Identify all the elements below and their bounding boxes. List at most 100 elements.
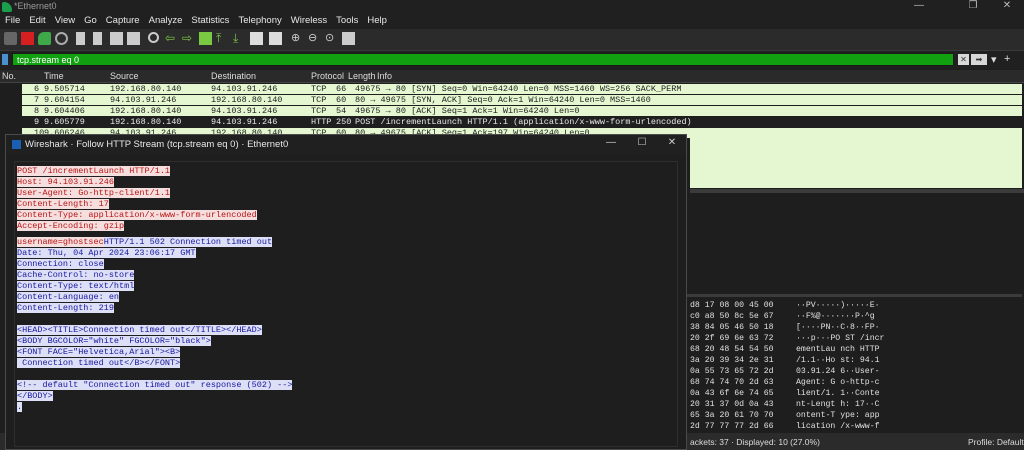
first-packet-icon[interactable]: ⤒: [216, 32, 229, 45]
go-forward-icon[interactable]: ⇨: [182, 32, 195, 45]
menu-wireless[interactable]: Wireless: [286, 14, 331, 26]
minimize-button[interactable]: —: [904, 0, 934, 14]
packet-list-header: No. Time Source Destination Protocol Len…: [0, 70, 1024, 83]
stop-capture-icon[interactable]: [21, 32, 34, 45]
filter-dropdown-icon[interactable]: ▾: [991, 53, 997, 66]
request-line: Content-Length: 17: [17, 199, 109, 209]
request-line: User-Agent: Go-http-client/1.1: [17, 188, 171, 198]
hex-row: 20 31 37 0d 0a 43 nt-Lengt h: 17··C: [690, 400, 880, 411]
menu-statistics[interactable]: Statistics: [186, 14, 233, 26]
restore-button[interactable]: ❐: [958, 0, 988, 14]
zoom-out-icon[interactable]: ⊖: [308, 32, 321, 45]
dialog-minimize-button[interactable]: —: [598, 137, 624, 151]
col-time[interactable]: Time: [44, 71, 64, 81]
hex-row: 68 20 48 54 54 50 ementLau nch HTTP: [690, 345, 880, 356]
restart-capture-icon[interactable]: [38, 32, 51, 45]
hex-row: c0 a8 50 8c 5e 67 ··F%@·······P·^g: [690, 312, 875, 323]
apply-filter-icon[interactable]: ➡: [971, 54, 987, 65]
col-source[interactable]: Source: [110, 71, 139, 81]
bookmark-icon[interactable]: [2, 54, 8, 65]
col-no[interactable]: No.: [2, 71, 16, 81]
packet-row[interactable]: 6 9.505714 192.168.80.140 94.103.91.246 …: [22, 84, 1022, 94]
col-protocol[interactable]: Protocol: [311, 71, 344, 81]
go-to-packet-icon[interactable]: [199, 32, 212, 45]
packet-row[interactable]: 7 9.604154 94.103.91.246 192.168.80.140 …: [22, 95, 1022, 105]
response-status-line: HTTP/1.1 502 Connection timed out: [103, 237, 273, 247]
close-window-button[interactable]: ✕: [992, 0, 1022, 14]
hex-row: 68 74 74 70 2d 63 Agent: G o-http-c: [690, 378, 880, 389]
add-filter-button-icon[interactable]: +: [1004, 53, 1010, 65]
hex-bytes: 65 3a 20 61 70 70: [690, 411, 774, 420]
packet-info: 49675 → 80 [SYN] Seq=0 Win=64240 Len=0 M…: [355, 84, 682, 94]
close-file-icon[interactable]: [110, 32, 123, 45]
packet-row[interactable]: 8 9.604406 192.168.80.140 94.103.91.246 …: [22, 106, 1022, 116]
menu-edit[interactable]: Edit: [24, 14, 49, 26]
colorize-icon[interactable]: [269, 32, 282, 45]
shark-fin-start-icon[interactable]: [4, 32, 17, 45]
open-file-icon[interactable]: [76, 32, 85, 45]
clear-filter-icon[interactable]: ✕: [958, 54, 969, 65]
packet-length: 66: [336, 84, 347, 94]
response-line: Date: Thu, 04 Apr 2024 23:06:17 GMT: [17, 248, 196, 258]
request-body: username=ghostsec: [17, 237, 104, 247]
menu-capture[interactable]: Capture: [101, 14, 144, 26]
window-title: *Ethernet0: [14, 1, 57, 11]
dialog-maximize-button[interactable]: ☐: [629, 137, 655, 151]
autoscroll-icon[interactable]: [250, 32, 263, 45]
hex-ascii: lient/1. 1··Conte: [796, 389, 880, 398]
packet-destination: 94.103.91.246: [211, 106, 278, 116]
hex-ascii: 03.91.24 6··User-: [796, 367, 880, 376]
normal-size-icon[interactable]: ⊙: [325, 32, 338, 45]
menu-view[interactable]: View: [50, 14, 79, 26]
go-back-icon[interactable]: ⇦: [165, 32, 178, 45]
last-packet-icon[interactable]: ⤓: [233, 32, 246, 45]
window-titlebar: *Ethernet0 — ❐ ✕: [0, 0, 1024, 14]
col-length[interactable]: Length: [348, 71, 376, 81]
menu-tools[interactable]: Tools: [331, 14, 362, 26]
packet-destination: 94.103.91.246: [211, 117, 278, 127]
hex-ascii: [····PN··C·8··FP·: [796, 323, 880, 332]
packet-no: 7: [34, 95, 40, 105]
menu-analyze[interactable]: Analyze: [144, 14, 187, 26]
packet-protocol: TCP: [311, 84, 327, 94]
packet-length: 250: [336, 117, 352, 127]
find-packet-icon[interactable]: [148, 32, 159, 43]
main-toolbar: ⇦ ⇨ ⤒ ⤓ ⊕ ⊖ ⊙: [0, 29, 1024, 51]
packet-info: POST /incrementLaunch HTTP/1.1 (applicat…: [355, 117, 692, 127]
hex-ascii: Agent: G o-http-c: [796, 378, 880, 387]
zoom-in-icon[interactable]: ⊕: [291, 32, 304, 45]
hex-row: 0a 55 73 65 72 2d 03.91.24 6··User-: [690, 367, 880, 378]
resize-columns-icon[interactable]: [342, 32, 355, 45]
hex-bytes: 20 31 37 0d 0a 43: [690, 400, 774, 409]
col-info[interactable]: Info: [377, 71, 392, 81]
packet-time: 9.605779: [44, 117, 85, 127]
pane-splitter[interactable]: [690, 189, 1024, 193]
display-filter-input[interactable]: tcp.stream eq 0: [12, 53, 954, 66]
col-destination[interactable]: Destination: [211, 71, 256, 81]
hex-row: 0a 43 6f 6e 74 65 lient/1. 1··Conte: [690, 389, 880, 400]
capture-options-icon[interactable]: [55, 32, 68, 45]
menu-telephony[interactable]: Telephony: [233, 14, 285, 26]
hex-ascii: ··PV·····)·····E·: [796, 301, 880, 310]
hex-ascii: ··F%@·······P·^g: [796, 312, 875, 321]
packet-source: 192.168.80.140: [110, 106, 182, 116]
packet-no: 9: [34, 117, 40, 127]
packet-source: 94.103.91.246: [110, 95, 177, 105]
hex-bytes: 68 20 48 54 54 50: [690, 345, 774, 354]
hex-bytes: 0a 43 6f 6e 74 65: [690, 389, 774, 398]
menu-file[interactable]: File: [0, 14, 24, 26]
hex-row: 20 2f 69 6e 63 72 ···p···PO ST /incr: [690, 334, 884, 345]
dialog-titlebar: Wireshark · Follow HTTP Stream (tcp.stre…: [6, 135, 686, 155]
packet-no: 6: [34, 84, 40, 94]
profile-status[interactable]: Profile: Default: [968, 437, 1024, 447]
menu-help[interactable]: Help: [362, 14, 391, 26]
reload-file-icon[interactable]: [127, 32, 140, 45]
response-html-comment: <!-- default "Connection timed out" resp…: [17, 380, 293, 390]
packet-destination: 94.103.91.246: [211, 84, 278, 94]
save-file-icon[interactable]: [93, 32, 102, 45]
stream-content[interactable]: POST /incrementLaunch HTTP/1.1 Host: 94.…: [14, 161, 678, 447]
response-html-line: <FONT FACE="Helvetica,Arial"><B>: [17, 347, 181, 357]
packet-row-selected[interactable]: 9 9.605779 192.168.80.140 94.103.91.246 …: [22, 117, 1022, 127]
dialog-close-button[interactable]: ✕: [659, 137, 685, 151]
menu-go[interactable]: Go: [79, 14, 101, 26]
